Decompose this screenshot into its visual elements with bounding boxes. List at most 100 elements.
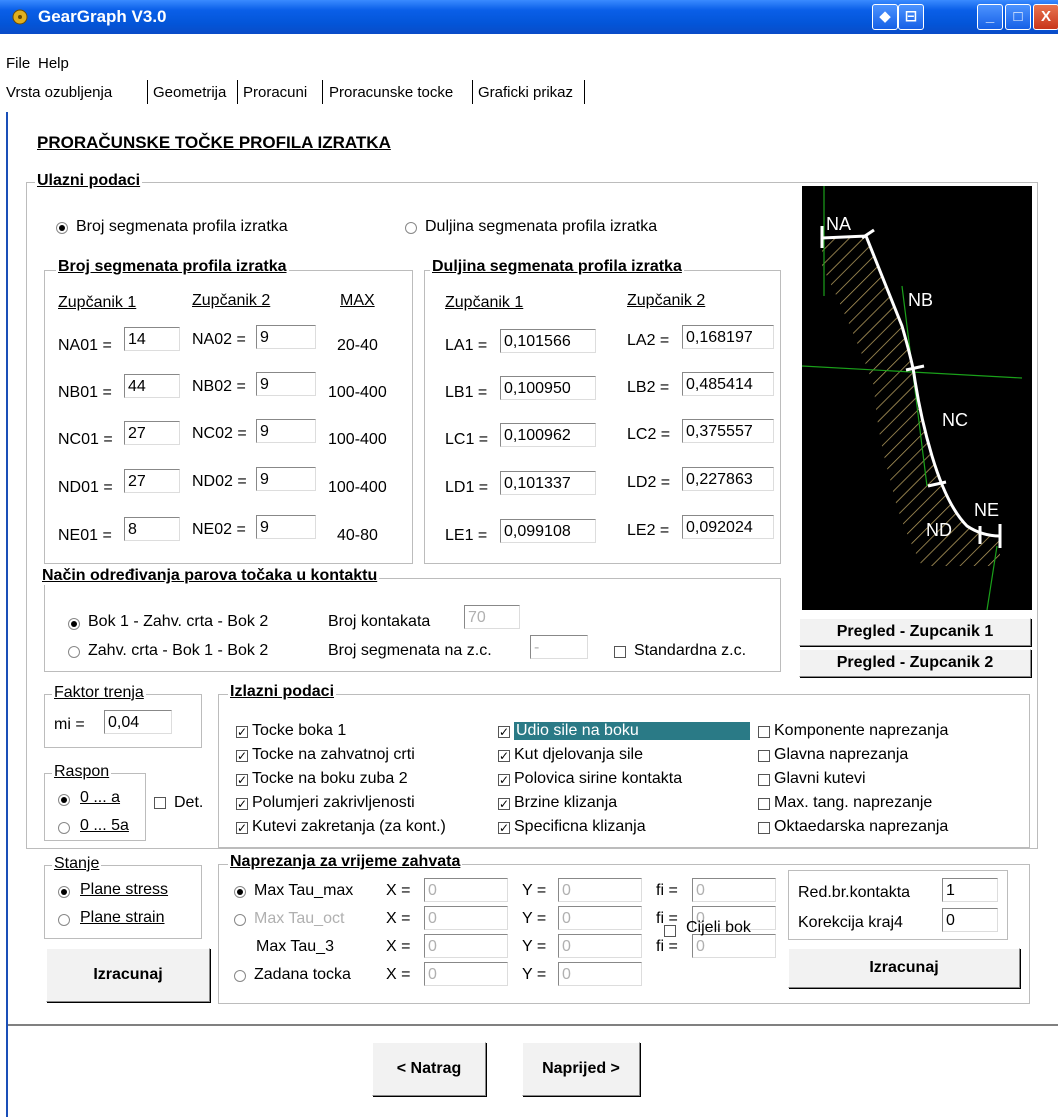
output-checkbox[interactable] xyxy=(758,822,770,834)
broj-row-field-2[interactable]: 9 xyxy=(256,325,316,349)
output-checkbox[interactable]: ✓ xyxy=(236,774,248,786)
duljina-row-field-2[interactable]: 0,168197 xyxy=(682,325,774,349)
duljina-row-label-2: LD2 = xyxy=(627,474,671,491)
radio-plane-stress[interactable] xyxy=(58,886,70,898)
det-checkbox[interactable] xyxy=(154,797,166,809)
pregled-zupcanik-2-button[interactable]: Pregled - Zupcanik 2 xyxy=(799,649,1031,677)
broj-row-field-1[interactable]: 44 xyxy=(124,374,180,398)
broj-row-label-1: NA01 = xyxy=(58,337,112,354)
window-menu-icon[interactable]: ⊟ xyxy=(898,4,924,30)
broj-row-field-2[interactable]: 9 xyxy=(256,372,316,396)
y-field[interactable]: 0 xyxy=(558,934,642,958)
naprezanja-title: Naprezanja za vrijeme zahvata xyxy=(228,853,463,871)
y-field[interactable]: 0 xyxy=(558,878,642,902)
output-checkbox[interactable]: ✓ xyxy=(236,822,248,834)
output-checkbox[interactable] xyxy=(758,774,770,786)
korekcija-kraj4-field[interactable]: 0 xyxy=(942,908,998,932)
broj-row-field-2[interactable]: 9 xyxy=(256,419,316,443)
pregled-zupcanik-1-button[interactable]: Pregled - Zupcanik 1 xyxy=(799,618,1031,646)
mi-label: mi = xyxy=(54,716,85,733)
naprezanja-radio[interactable] xyxy=(234,914,246,926)
output-checkbox[interactable]: ✓ xyxy=(498,774,510,786)
izracunaj-right-button[interactable]: Izracunaj xyxy=(788,948,1020,988)
broj-row-field-1[interactable]: 8 xyxy=(124,517,180,541)
radio-raspon-a[interactable] xyxy=(58,794,70,806)
x-field[interactable]: 0 xyxy=(424,962,508,986)
broj-row-field-2[interactable]: 9 xyxy=(256,467,316,491)
x-field[interactable]: 0 xyxy=(424,906,508,930)
x-field[interactable]: 0 xyxy=(424,934,508,958)
minimize-button[interactable]: _ xyxy=(977,4,1003,30)
broj-row-field-2[interactable]: 9 xyxy=(256,515,316,539)
broj-row-max: 100-400 xyxy=(328,384,387,401)
radio-plane-strain-label: Plane strain xyxy=(80,909,165,926)
fi-field[interactable]: 0 xyxy=(692,878,776,902)
radio-broj-segmenata[interactable] xyxy=(56,222,68,234)
radio-plane-strain[interactable] xyxy=(58,914,70,926)
output-label: Tocke boka 1 xyxy=(252,722,347,739)
output-checkbox[interactable] xyxy=(758,750,770,762)
radio-duljina-segmenata[interactable] xyxy=(405,222,417,234)
radio-zahv-bok1-bok2[interactable] xyxy=(68,646,80,658)
duljina-row-field-2[interactable]: 0,227863 xyxy=(682,467,774,491)
output-checkbox[interactable]: ✓ xyxy=(498,726,510,738)
duljina-row-field-1[interactable]: 0,100950 xyxy=(500,376,596,400)
faktor-trenja-title: Faktor trenja xyxy=(52,684,146,702)
broj-segmenata-zc-field[interactable]: - xyxy=(530,635,588,659)
raspon-title: Raspon xyxy=(52,763,112,781)
resize-arrows-icon[interactable]: ◆ xyxy=(872,4,898,30)
naprezanja-radio[interactable] xyxy=(234,970,246,982)
natrag-button[interactable]: < Natrag xyxy=(372,1042,486,1096)
x-field[interactable]: 0 xyxy=(424,878,508,902)
output-checkbox[interactable] xyxy=(758,798,770,810)
output-checkbox[interactable]: ✓ xyxy=(236,798,248,810)
broj-kontakata-field[interactable]: 70 xyxy=(464,605,520,629)
cijeli-bok-checkbox[interactable] xyxy=(664,925,676,937)
menu-help[interactable]: Help xyxy=(38,55,69,72)
duljina-row-field-2[interactable]: 0,375557 xyxy=(682,419,774,443)
output-label: Max. tang. naprezanje xyxy=(774,794,933,811)
radio-bok1-zahv-bok2-label: Bok 1 - Zahv. crta - Bok 2 xyxy=(88,613,269,630)
standardna-zc-checkbox[interactable] xyxy=(614,646,626,658)
output-checkbox[interactable] xyxy=(758,726,770,738)
tab-graficki-prikaz[interactable]: Graficki prikaz xyxy=(478,84,573,101)
output-checkbox[interactable]: ✓ xyxy=(498,798,510,810)
broj-row-field-1[interactable]: 14 xyxy=(124,327,180,351)
maximize-button[interactable]: □ xyxy=(1005,4,1031,30)
x-label: X = xyxy=(386,966,411,983)
tab-vrsta-ozubljenja[interactable]: Vrsta ozubljenja xyxy=(6,84,112,101)
tab-proracuni[interactable]: Proracuni xyxy=(243,84,307,101)
output-checkbox[interactable]: ✓ xyxy=(498,750,510,762)
red-br-kontakta-field[interactable]: 1 xyxy=(942,878,998,902)
duljina-row-field-1[interactable]: 0,101566 xyxy=(500,329,596,353)
duljina-row-field-1[interactable]: 0,101337 xyxy=(500,471,596,495)
broj-row-label-1: NB01 = xyxy=(58,384,112,401)
mi-field[interactable]: 0,04 xyxy=(104,710,172,734)
tab-proracunske-tocke[interactable]: Proracunske tocke xyxy=(329,84,453,101)
tab-geometrija[interactable]: Geometrija xyxy=(153,84,226,101)
output-checkbox[interactable]: ✓ xyxy=(236,750,248,762)
duljina-row-field-1[interactable]: 0,099108 xyxy=(500,519,596,543)
izracunaj-left-button[interactable]: Izracunaj xyxy=(46,948,210,1002)
output-label: Kutevi zakretanja (za kont.) xyxy=(252,818,446,835)
y-field[interactable]: 0 xyxy=(558,906,642,930)
naprezanja-radio[interactable] xyxy=(234,886,246,898)
fi-field[interactable]: 0 xyxy=(692,934,776,958)
radio-raspon-5a[interactable] xyxy=(58,822,70,834)
duljina-row-field-1[interactable]: 0,100962 xyxy=(500,423,596,447)
output-checkbox[interactable]: ✓ xyxy=(236,726,248,738)
radio-bok1-zahv-bok2[interactable] xyxy=(68,618,80,630)
tab-separator xyxy=(472,80,473,104)
cijeli-bok-label: Cijeli bok xyxy=(686,919,751,936)
broj-row-field-1[interactable]: 27 xyxy=(124,469,180,493)
duljina-row-field-2[interactable]: 0,092024 xyxy=(682,515,774,539)
menu-file[interactable]: File xyxy=(6,55,30,72)
duljina-row-label-1: LC1 = xyxy=(445,431,489,448)
output-label: Glavna naprezanja xyxy=(774,746,909,763)
output-checkbox[interactable]: ✓ xyxy=(498,822,510,834)
close-button[interactable]: X xyxy=(1033,4,1058,30)
duljina-row-field-2[interactable]: 0,485414 xyxy=(682,372,774,396)
y-field[interactable]: 0 xyxy=(558,962,642,986)
broj-row-field-1[interactable]: 27 xyxy=(124,421,180,445)
naprijed-button[interactable]: Naprijed > xyxy=(522,1042,640,1096)
